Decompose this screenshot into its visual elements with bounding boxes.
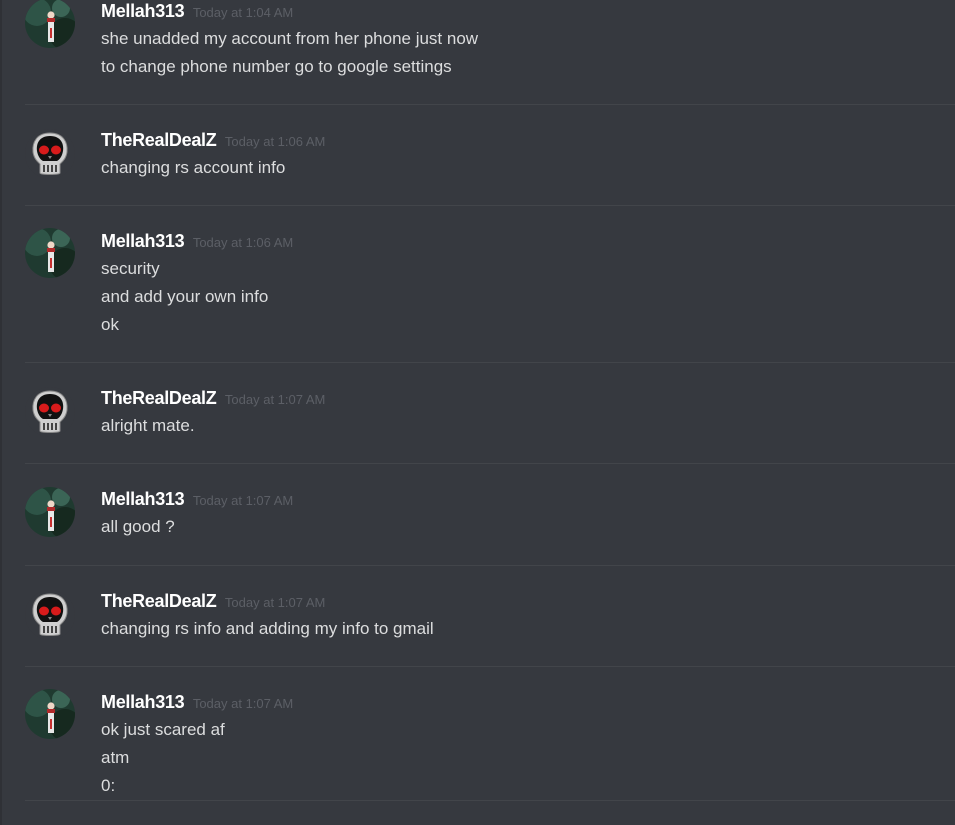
message-text: and add your own info — [101, 287, 269, 306]
message-divider — [25, 463, 955, 464]
skull-avatar[interactable] — [25, 387, 75, 437]
message-header: TheRealDealZ Today at 1:06 AM — [101, 129, 325, 153]
message-text: security — [101, 259, 160, 278]
username[interactable]: TheRealDealZ — [101, 388, 217, 408]
message-text: ok just scared af — [101, 720, 225, 739]
message-header: Mellah313 Today at 1:07 AM — [101, 488, 293, 512]
woman-in-forest-avatar[interactable] — [25, 228, 75, 278]
username[interactable]: Mellah313 — [101, 489, 185, 509]
message-text: she unadded my account from her phone ju… — [101, 29, 479, 48]
message-divider — [25, 565, 955, 566]
avatar-image — [25, 590, 75, 640]
timestamp[interactable]: Today at 1:04 AM — [193, 5, 293, 20]
avatar-image — [25, 129, 75, 179]
message-divider — [25, 205, 955, 206]
message-text: alright mate. — [101, 416, 195, 435]
username[interactable]: TheRealDealZ — [101, 130, 217, 150]
message-header: TheRealDealZ Today at 1:07 AM — [101, 387, 325, 411]
woman-in-forest-avatar[interactable] — [25, 689, 75, 739]
avatar-image — [25, 228, 75, 278]
message-text: atm — [101, 748, 130, 767]
message-header: TheRealDealZ Today at 1:07 AM — [101, 590, 325, 614]
timestamp[interactable]: Today at 1:06 AM — [225, 134, 325, 149]
username[interactable]: Mellah313 — [101, 692, 185, 712]
avatar-image — [25, 689, 75, 739]
avatar-image — [25, 487, 75, 537]
timestamp[interactable]: Today at 1:06 AM — [193, 235, 293, 250]
username[interactable]: TheRealDealZ — [101, 591, 217, 611]
message-text: changing rs info and adding my info to g… — [101, 619, 434, 638]
message-text: changing rs account info — [101, 158, 286, 177]
message-text: to change phone number go to google sett… — [101, 57, 452, 76]
message-header: Mellah313 Today at 1:04 AM — [101, 0, 293, 24]
message-divider — [25, 666, 955, 667]
username[interactable]: Mellah313 — [101, 231, 185, 251]
timestamp[interactable]: Today at 1:07 AM — [225, 595, 325, 610]
timestamp[interactable]: Today at 1:07 AM — [193, 493, 293, 508]
message-text: all good ? — [101, 517, 175, 536]
message-text: ok — [101, 315, 119, 334]
skull-avatar[interactable] — [25, 590, 75, 640]
skull-avatar[interactable] — [25, 129, 75, 179]
message-text: 0: — [101, 776, 116, 795]
avatar-image — [25, 0, 75, 48]
message-divider — [25, 104, 955, 105]
chat-message-list: Mellah313 Today at 1:04 AM she unadded m… — [0, 0, 955, 825]
timestamp[interactable]: Today at 1:07 AM — [225, 392, 325, 407]
woman-in-forest-avatar[interactable] — [25, 487, 75, 537]
woman-in-forest-avatar[interactable] — [25, 0, 75, 48]
message-header: Mellah313 Today at 1:06 AM — [101, 230, 293, 254]
username[interactable]: Mellah313 — [101, 1, 185, 21]
avatar-image — [25, 387, 75, 437]
message-divider — [25, 362, 955, 363]
message-header: Mellah313 Today at 1:07 AM — [101, 691, 293, 715]
timestamp[interactable]: Today at 1:07 AM — [193, 696, 293, 711]
message-divider — [25, 800, 955, 801]
